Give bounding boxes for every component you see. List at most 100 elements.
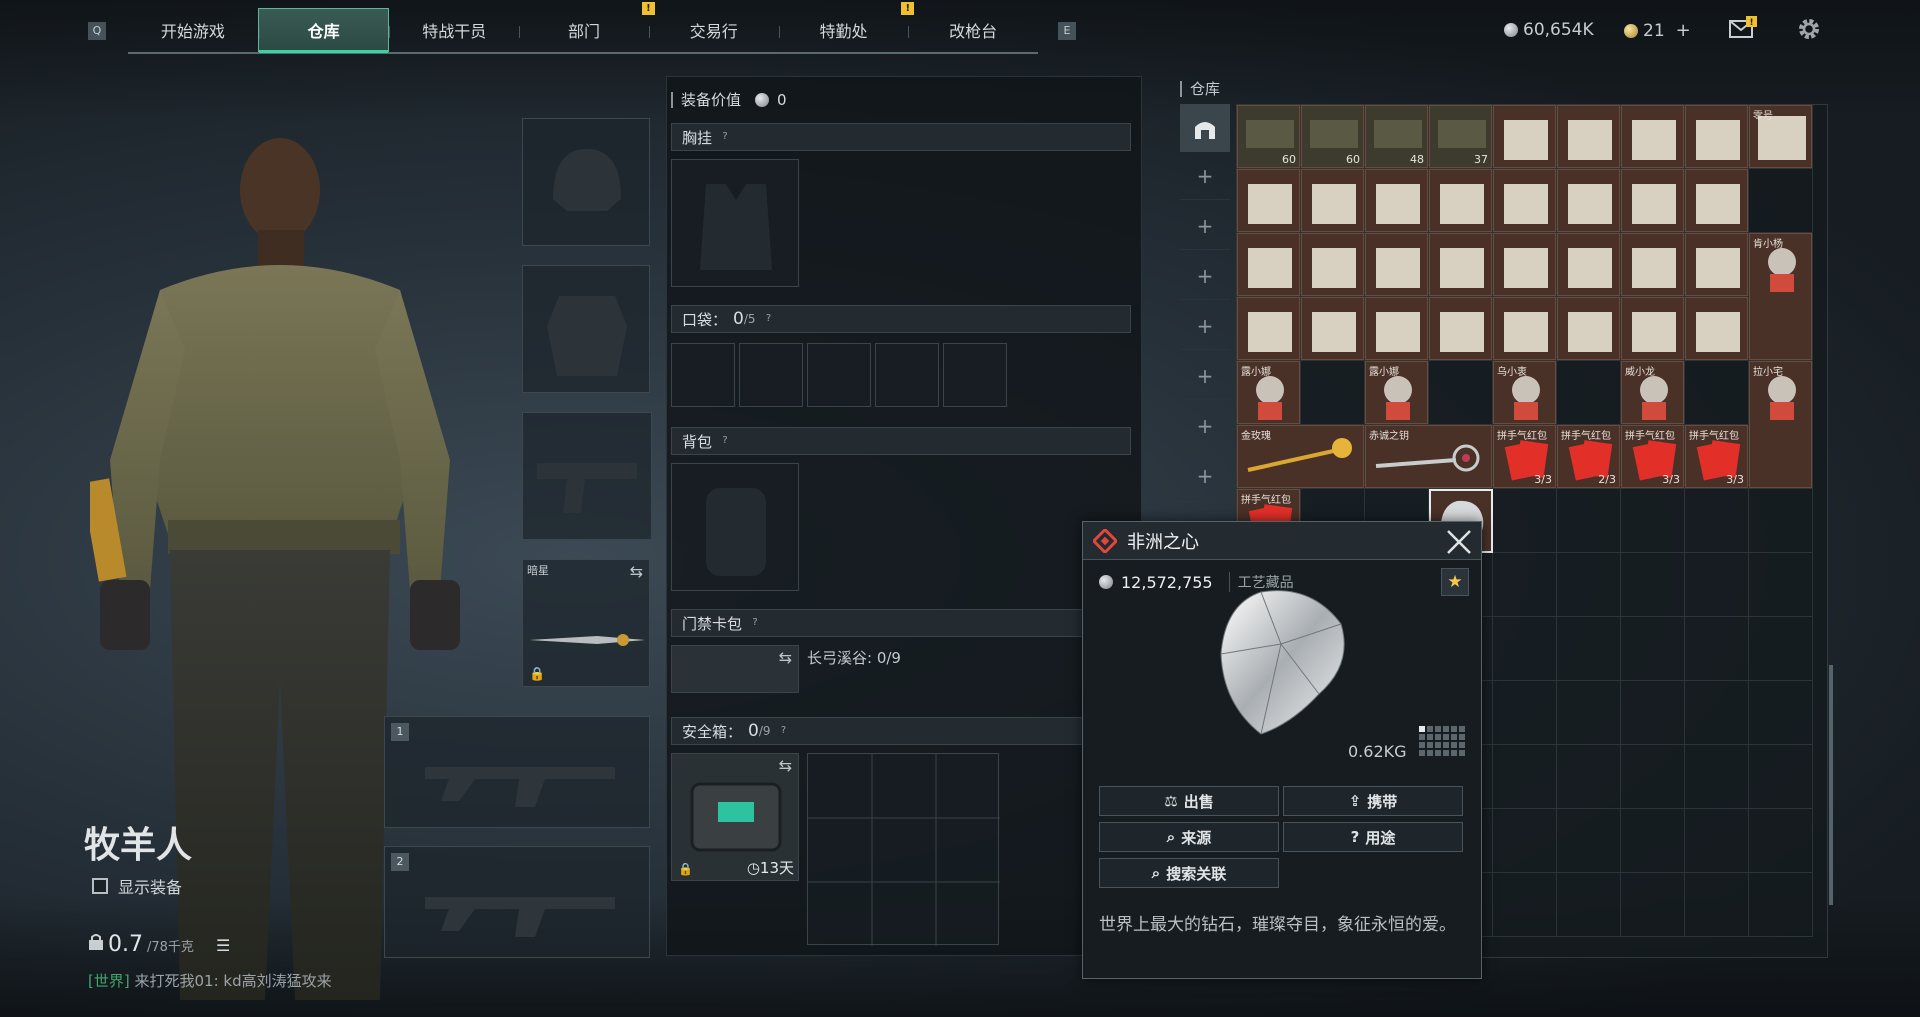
tab-6[interactable]: 改枪台	[908, 8, 1038, 52]
tab-2[interactable]: 特战干员	[389, 8, 519, 52]
stash-cell[interactable]	[1621, 873, 1685, 937]
stash-cell[interactable]	[1301, 361, 1365, 425]
stash-item[interactable]: 拼手气红包 3/3	[1685, 425, 1748, 488]
source-button[interactable]: ⌕ 来源	[1099, 822, 1279, 852]
stash-cell[interactable]	[1621, 745, 1685, 809]
map-item[interactable]	[1493, 297, 1556, 360]
safebox-slot[interactable]: ⇆ 🔒 ◷13天	[671, 753, 799, 881]
pocket-slot[interactable]	[807, 343, 871, 407]
stash-cell[interactable]	[1749, 745, 1813, 809]
backpack-slot[interactable]	[671, 463, 799, 591]
map-item[interactable]	[1557, 169, 1620, 232]
map-item[interactable]	[1301, 169, 1364, 232]
stash-cell[interactable]	[1429, 361, 1493, 425]
map-item[interactable]	[1621, 297, 1684, 360]
stash-item[interactable]: 金玫瑰	[1237, 425, 1364, 488]
pocket-slot[interactable]	[671, 343, 735, 407]
map-item[interactable]	[1429, 233, 1492, 296]
stash-cell[interactable]	[1685, 617, 1749, 681]
help-icon[interactable]: ?	[762, 312, 776, 326]
stash-cell[interactable]	[1685, 553, 1749, 617]
tab-4[interactable]: 交易行	[648, 8, 779, 52]
stash-item[interactable]: 拼手气红包 2/3	[1557, 425, 1620, 488]
stash-cell[interactable]	[1685, 361, 1749, 425]
stash-cell[interactable]	[1621, 489, 1685, 553]
add-stash-tab[interactable]: +	[1180, 402, 1230, 450]
stash-tab-home[interactable]	[1180, 104, 1230, 152]
map-item[interactable]	[1685, 233, 1748, 296]
map-item[interactable]	[1493, 169, 1556, 232]
stash-item[interactable]: 肯小杨	[1749, 233, 1812, 360]
stash-cell[interactable]	[1749, 489, 1813, 553]
pocket-slot[interactable]	[943, 343, 1007, 407]
add-stash-tab[interactable]: +	[1180, 152, 1230, 200]
stash-scrollbar[interactable]	[1829, 665, 1833, 905]
stash-item[interactable]: 拼手气红包 3/3	[1621, 425, 1684, 488]
stash-cell[interactable]	[1493, 873, 1557, 937]
stash-item[interactable]: 拼手气红包 3/3	[1493, 425, 1556, 488]
map-item[interactable]	[1685, 105, 1748, 168]
map-item[interactable]	[1493, 105, 1556, 168]
help-icon[interactable]: ?	[718, 130, 732, 144]
add-gold-button[interactable]: +	[1676, 20, 1691, 41]
stash-item[interactable]: 威小龙	[1621, 361, 1684, 424]
stash-cell[interactable]	[1749, 553, 1813, 617]
pocket-slot[interactable]	[875, 343, 939, 407]
usage-button[interactable]: ? 用途	[1283, 822, 1463, 852]
map-item[interactable]	[1237, 233, 1300, 296]
stash-cell[interactable]	[1557, 617, 1621, 681]
search-related-button[interactable]: ⌕ 搜索关联	[1099, 858, 1279, 888]
stash-item[interactable]: 48	[1365, 105, 1428, 168]
sidearm-slot[interactable]	[522, 412, 652, 540]
stash-cell[interactable]	[1493, 745, 1557, 809]
map-item[interactable]	[1429, 297, 1492, 360]
stash-item[interactable]: 37	[1429, 105, 1492, 168]
map-item[interactable]	[1557, 297, 1620, 360]
primary-weapon-slot-2[interactable]: 2	[384, 846, 650, 958]
stash-cell[interactable]	[1493, 553, 1557, 617]
map-item[interactable]	[1237, 169, 1300, 232]
map-item[interactable]	[1301, 297, 1364, 360]
primary-weapon-slot-1[interactable]: 1	[384, 716, 650, 828]
chest-rig-slot[interactable]	[671, 159, 799, 287]
map-item[interactable]	[1365, 233, 1428, 296]
close-button[interactable]	[1445, 528, 1473, 556]
stash-item[interactable]: 赤诚之钥	[1365, 425, 1492, 488]
map-item[interactable]	[1365, 297, 1428, 360]
stash-cell[interactable]	[1749, 681, 1813, 745]
stash-cell[interactable]	[1557, 681, 1621, 745]
stash-cell[interactable]	[1685, 681, 1749, 745]
stash-cell[interactable]	[1621, 553, 1685, 617]
stash-cell[interactable]	[1557, 745, 1621, 809]
stash-item[interactable]: 露小娜	[1365, 361, 1428, 424]
help-icon[interactable]: ?	[748, 616, 762, 630]
stash-cell[interactable]	[1557, 873, 1621, 937]
stash-cell[interactable]	[1493, 809, 1557, 873]
add-stash-tab[interactable]: +	[1180, 252, 1230, 300]
map-item[interactable]	[1493, 233, 1556, 296]
helmet-slot[interactable]	[522, 118, 650, 246]
mail-button[interactable]: !	[1728, 16, 1758, 40]
add-stash-tab[interactable]: +	[1180, 202, 1230, 250]
stash-item[interactable]: 乌小衷	[1493, 361, 1556, 424]
sell-button[interactable]: ⚖ 出售	[1099, 786, 1279, 816]
tab-3[interactable]: 部门!	[519, 2, 655, 52]
help-icon[interactable]: ?	[777, 724, 791, 738]
swap-icon[interactable]: ⇆	[779, 756, 792, 775]
add-stash-tab[interactable]: +	[1180, 352, 1230, 400]
map-item[interactable]	[1685, 169, 1748, 232]
map-item[interactable]	[1557, 105, 1620, 168]
map-item[interactable]	[1685, 297, 1748, 360]
stash-cell[interactable]	[1493, 489, 1557, 553]
armor-slot[interactable]	[522, 265, 650, 393]
map-item[interactable]	[1429, 169, 1492, 232]
list-icon[interactable]: ☰	[216, 936, 230, 955]
map-item[interactable]	[1621, 169, 1684, 232]
settings-button[interactable]	[1796, 16, 1822, 42]
map-item[interactable]	[1365, 169, 1428, 232]
map-item[interactable]	[1557, 233, 1620, 296]
stash-cell[interactable]	[1493, 617, 1557, 681]
stash-cell[interactable]	[1493, 681, 1557, 745]
favorite-star-button[interactable]: ★	[1441, 568, 1469, 596]
stash-cell[interactable]	[1557, 489, 1621, 553]
